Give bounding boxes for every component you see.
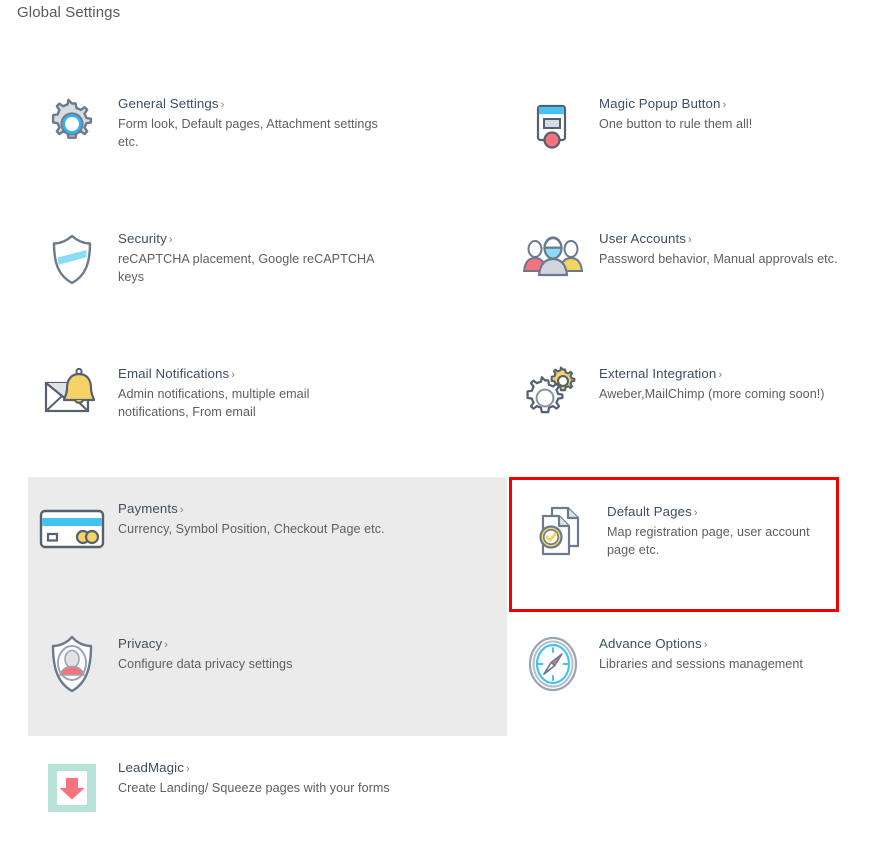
documents-check-icon [524, 500, 598, 564]
item-title: Payments › [118, 501, 184, 516]
chevron-right-icon: › [220, 99, 225, 111]
item-description: Currency, Symbol Position, Checkout Page… [118, 522, 385, 536]
item-texts: Magic Popup Button › One button to rule t… [599, 92, 752, 134]
gears-icon [516, 362, 590, 426]
item-title: Privacy › [118, 636, 169, 651]
chevron-right-icon: › [718, 369, 723, 381]
page-title: Global Settings [17, 4, 121, 21]
shield-icon [35, 227, 109, 291]
settings-item-default-pages[interactable]: Default Pages › Map registration page, us… [509, 477, 839, 612]
item-description: Configure data privacy settings [118, 657, 293, 671]
item-title: External Integration › [599, 366, 723, 381]
shield-person-icon [35, 632, 109, 696]
settings-grid: General Settings › Form look, Default pag… [0, 72, 869, 860]
chevron-right-icon: › [185, 763, 190, 775]
settings-item-payments[interactable]: Payments › Currency, Symbol Position, Che… [28, 477, 507, 612]
settings-item-email-notifications[interactable]: Email Notifications › Admin notifications… [28, 342, 507, 477]
download-page-icon [35, 756, 109, 820]
settings-item-external-integration[interactable]: External Integration › Aweber,MailChimp (… [509, 342, 839, 477]
users-icon [516, 227, 590, 291]
chevron-right-icon: › [693, 507, 698, 519]
item-description: One button to rule them all! [599, 117, 753, 131]
item-description: Aweber,MailChimp (more coming soon!) [599, 387, 825, 401]
item-texts: Security › reCAPTCHA placement, Google re… [118, 227, 378, 286]
item-description: reCAPTCHA placement, Google reCAPTCHA ke… [118, 252, 374, 284]
settings-item-magic-popup-button[interactable]: Magic Popup Button › One button to rule t… [509, 72, 839, 207]
item-texts: Payments › Currency, Symbol Position, Che… [118, 497, 385, 539]
settings-item-user-accounts[interactable]: User Accounts › Password behavior, Manual… [509, 207, 839, 342]
item-texts: LeadMagic › Create Landing/ Squeeze pages… [118, 756, 390, 798]
item-title: Security › [118, 231, 173, 246]
item-texts: Advance Options › Libraries and sessions … [599, 632, 803, 674]
settings-row: Email Notifications › Admin notifications… [0, 342, 869, 477]
chevron-right-icon: › [703, 639, 708, 651]
item-title: Magic Popup Button › [599, 96, 727, 111]
chevron-right-icon: › [688, 234, 692, 246]
popup-button-icon [516, 92, 590, 156]
settings-row: Security › reCAPTCHA placement, Google re… [0, 207, 869, 342]
settings-item-general-settings[interactable]: General Settings › Form look, Default pag… [28, 72, 507, 207]
item-texts: Email Notifications › Admin notifications… [118, 362, 378, 421]
settings-row: LeadMagic › Create Landing/ Squeeze pages… [0, 736, 869, 860]
item-description: Map registration page, user account page… [607, 525, 810, 557]
settings-item-advance-options[interactable]: Advance Options › Libraries and sessions … [509, 612, 839, 736]
item-texts: External Integration › Aweber,MailChimp (… [599, 362, 825, 404]
envelope-bell-icon [35, 362, 109, 426]
item-description: Libraries and sessions management [599, 657, 803, 671]
item-title: Email Notifications › [118, 366, 236, 381]
item-description: Admin notifications, multiple email noti… [118, 387, 310, 419]
item-texts: Privacy › Configure data privacy settings [118, 632, 292, 674]
item-title: LeadMagic › [118, 760, 190, 775]
gear-icon [35, 92, 109, 156]
item-title: User Accounts › [599, 231, 692, 246]
credit-card-icon [35, 497, 109, 561]
settings-row: General Settings › Form look, Default pag… [0, 72, 869, 207]
settings-item-leadmagic[interactable]: LeadMagic › Create Landing/ Squeeze pages… [28, 736, 507, 860]
chevron-right-icon: › [168, 234, 173, 246]
chevron-right-icon: › [231, 369, 236, 381]
chevron-right-icon: › [722, 99, 727, 111]
item-description: Create Landing/ Squeeze pages with your … [118, 781, 390, 795]
settings-row: Privacy › Configure data privacy settings… [0, 612, 869, 736]
item-description: Form look, Default pages, Attachment set… [118, 117, 378, 149]
item-texts: User Accounts › Password behavior, Manual… [599, 227, 838, 269]
item-description: Password behavior, Manual approvals etc. [599, 252, 838, 266]
chevron-right-icon: › [164, 639, 169, 651]
item-title: Advance Options › [599, 636, 708, 651]
compass-icon [516, 632, 590, 696]
settings-row: Payments › Currency, Symbol Position, Che… [0, 477, 869, 612]
chevron-right-icon: › [179, 504, 184, 516]
settings-item-security[interactable]: Security › reCAPTCHA placement, Google re… [28, 207, 507, 342]
item-title: Default Pages › [607, 504, 698, 519]
item-texts: Default Pages › Map registration page, us… [607, 500, 836, 559]
item-texts: General Settings › Form look, Default pag… [118, 92, 378, 151]
settings-item-privacy[interactable]: Privacy › Configure data privacy settings [28, 612, 507, 736]
item-title: General Settings › [118, 96, 225, 111]
